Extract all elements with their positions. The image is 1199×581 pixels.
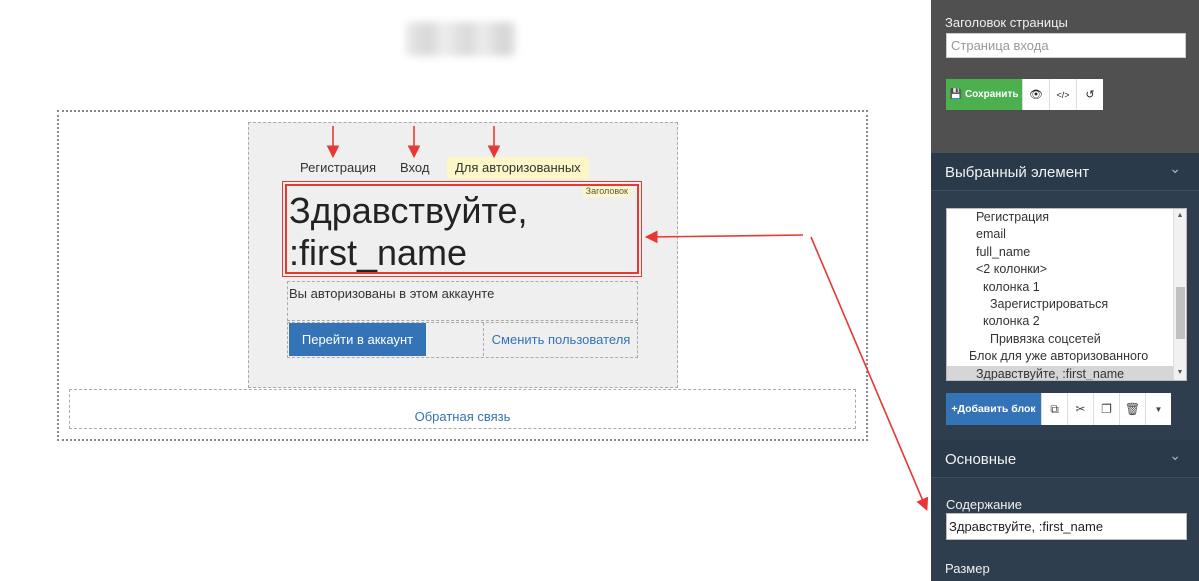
copy-button[interactable]: ⧉ [1041,393,1067,425]
block-toolbar: +Добавить блок ⧉ ✂ ❐ 🗑 ▼ [946,393,1171,425]
caret-down-icon: ▼ [1154,404,1163,414]
scroll-thumb[interactable] [1176,287,1185,339]
tree-item[interactable]: Регистрация [947,209,1186,226]
floppy-icon: 💾 [949,89,962,100]
tree-item[interactable]: колонка 1 [947,279,1186,296]
preview-eye-button[interactable]: 👁 [1022,79,1049,110]
tree-item[interactable]: Зарегистрироваться [947,296,1186,313]
trash-icon: 🗑 [1124,402,1141,416]
tree-item[interactable]: Блок для уже авторизованного [947,348,1186,365]
chevron-down-icon: ⌄ [1169,160,1181,176]
authorized-info-text: Вы авторизованы в этом аккаунте [287,281,638,321]
tree-item[interactable]: full_name [947,244,1186,261]
more-dropdown-button[interactable]: ▼ [1145,393,1171,425]
tab-login[interactable]: Вход [392,157,437,179]
copy-icon: ⧉ [1050,401,1059,416]
element-tree[interactable]: Регистрация email full_name <2 колонки> коло… [946,208,1187,381]
selected-element-title: Выбранный элемент [945,164,1090,181]
selected-heading-element[interactable]: Заголовок Здравствуйте, :first_name [282,181,642,277]
tab-authorized[interactable]: Для авторизованных [447,157,589,179]
scroll-up-icon[interactable]: ▲ [1174,210,1186,222]
eye-icon: 👁 [1029,89,1043,101]
delete-button[interactable]: 🗑 [1119,393,1145,425]
greeting-heading[interactable]: Здравствуйте, :first_name [289,190,528,274]
save-button[interactable]: 💾 Сохранить [946,79,1022,110]
cut-button[interactable]: ✂ [1067,393,1093,425]
tree-item[interactable]: колонка 2 [947,313,1186,330]
tree-item[interactable]: email [947,226,1186,243]
content-label: Содержание [946,497,1022,512]
page-settings-section: Заголовок страницы Страница входа 💾 Сохр… [931,0,1199,153]
undo-button[interactable]: ↺ [1076,79,1103,110]
tree-item[interactable]: Привязка соцсетей [947,331,1186,348]
heading-type-badge: Заголовок [582,186,631,197]
tree-scrollbar[interactable]: ▲ ▼ [1173,209,1186,380]
feedback-link[interactable]: Обратная связь [69,409,856,424]
tree-item[interactable]: <2 колонки> [947,261,1186,278]
tab-registration[interactable]: Регистрация [292,157,384,179]
page-title-label: Заголовок страницы [945,15,1068,30]
go-to-account-button[interactable]: Перейти в аккаунт [289,323,426,356]
page-title-input[interactable]: Страница входа [946,33,1186,58]
code-icon: </> [1056,89,1070,100]
switch-user-link[interactable]: Сменить пользователя [483,323,638,356]
code-view-button[interactable]: </> [1049,79,1076,110]
scroll-down-icon[interactable]: ▼ [1174,367,1186,379]
blurred-logo [406,22,516,56]
size-label: Размер [945,561,990,576]
save-toolbar: 💾 Сохранить 👁 </> ↺ [946,79,1103,110]
undo-icon: ↺ [1085,89,1095,101]
content-field[interactable]: Здравствуйте, :first_name [946,513,1187,540]
add-block-button[interactable]: +Добавить блок [946,393,1041,425]
selected-element-header[interactable]: Выбранный элемент ⌄ [931,153,1199,191]
chevron-down-icon: ⌄ [1169,447,1181,463]
element-tree-list: Регистрация email full_name <2 колонки> коло… [947,209,1186,380]
paste-icon: ❐ [1101,402,1112,416]
basic-section-header[interactable]: Основные ⌄ [931,440,1199,478]
paste-button[interactable]: ❐ [1093,393,1119,425]
basic-section-title: Основные [945,451,1017,468]
tree-item[interactable]: Здравствуйте, :first_name [947,365,1186,380]
save-button-label: Сохранить [964,89,1019,100]
scissors-icon: ✂ [1075,402,1086,416]
